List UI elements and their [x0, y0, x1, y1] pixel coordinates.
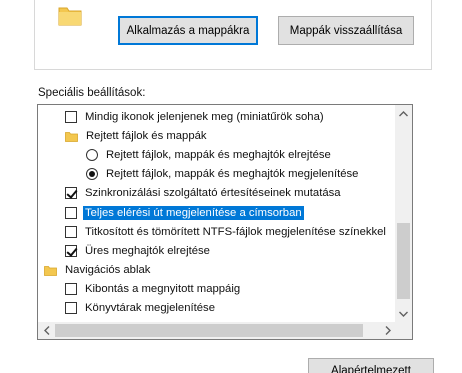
folder-options-view-tab: Alkalmazás a mappákra Mappák visszaállít…: [0, 0, 462, 373]
radio-button[interactable]: [86, 168, 98, 180]
horizontal-scrollbar[interactable]: [38, 322, 396, 339]
apply-to-folders-button[interactable]: Alkalmazás a mappákra: [118, 16, 258, 45]
vertical-scrollbar[interactable]: [395, 105, 412, 322]
chevron-up-icon[interactable]: [395, 105, 412, 122]
list-item-label: Rejtett fájlok és mappák: [86, 130, 207, 142]
chevron-left-icon[interactable]: [38, 322, 55, 339]
checkbox[interactable]: [65, 187, 77, 199]
folder-icon: [65, 131, 78, 142]
chevron-down-icon[interactable]: [395, 305, 412, 322]
list-item[interactable]: Rejtett fájlok, mappák és meghajtók elre…: [86, 146, 333, 164]
list-item: Navigációs ablak: [44, 261, 152, 279]
folder-icon: [58, 7, 82, 26]
restore-defaults-button[interactable]: Alapértelmezett: [308, 358, 434, 373]
checkbox[interactable]: [65, 226, 77, 238]
checkbox[interactable]: [65, 302, 77, 314]
list-item-label: Teljes elérési út megjelenítése a címsor…: [83, 206, 304, 220]
list-item-label: Mindig ikonok jelenjenek meg (miniatűrök…: [85, 111, 324, 123]
list-item[interactable]: Kibontás a megnyitott mappáig: [65, 280, 242, 298]
reset-folders-button[interactable]: Mappák visszaállítása: [278, 16, 414, 45]
list-item-label: Szinkronizálási szolgáltató értesítésein…: [85, 187, 341, 199]
list-item[interactable]: Üres meghajtók elrejtése: [65, 242, 212, 260]
checkbox[interactable]: [65, 207, 77, 219]
folder-icon: [44, 265, 57, 276]
list-item-label: Navigációs ablak: [65, 264, 151, 276]
list-item-label: Rejtett fájlok, mappák és meghajtók elre…: [106, 149, 331, 161]
horizontal-scroll-thumb[interactable]: [55, 324, 363, 337]
list-item-label: Könyvtárak megjelenítése: [85, 302, 215, 314]
list-item[interactable]: Szinkronizálási szolgáltató értesítésein…: [65, 184, 343, 202]
vertical-scroll-thumb[interactable]: [397, 223, 410, 299]
list-item[interactable]: Titkosított és tömörített NTFS-fájlok me…: [65, 223, 388, 241]
list-item[interactable]: Mindig ikonok jelenjenek meg (miniatűrök…: [65, 108, 326, 126]
scrollbar-corner: [395, 322, 412, 339]
list-item[interactable]: Rejtett fájlok, mappák és meghajtók megj…: [86, 165, 360, 183]
radio-button[interactable]: [86, 149, 98, 161]
list-item[interactable]: Könyvtárak megjelenítése: [65, 299, 217, 317]
list-item-label: Üres meghajtók elrejtése: [85, 245, 210, 257]
checkbox[interactable]: [65, 111, 77, 123]
advanced-settings-tree[interactable]: Mindig ikonok jelenjenek meg (miniatűrök…: [37, 104, 413, 340]
list-item[interactable]: Teljes elérési út megjelenítése a címsor…: [65, 204, 304, 222]
chevron-right-icon[interactable]: [379, 322, 396, 339]
list-item-label: Kibontás a megnyitott mappáig: [85, 283, 241, 295]
list-item-label: Titkosított és tömörített NTFS-fájlok me…: [85, 226, 386, 238]
list-item-label: Rejtett fájlok, mappák és meghajtók megj…: [106, 168, 359, 180]
checkbox[interactable]: [65, 245, 77, 257]
checkbox[interactable]: [65, 283, 77, 295]
advanced-settings-label: Speciális beállítások:: [38, 87, 146, 99]
list-item: Rejtett fájlok és mappák: [65, 127, 209, 145]
